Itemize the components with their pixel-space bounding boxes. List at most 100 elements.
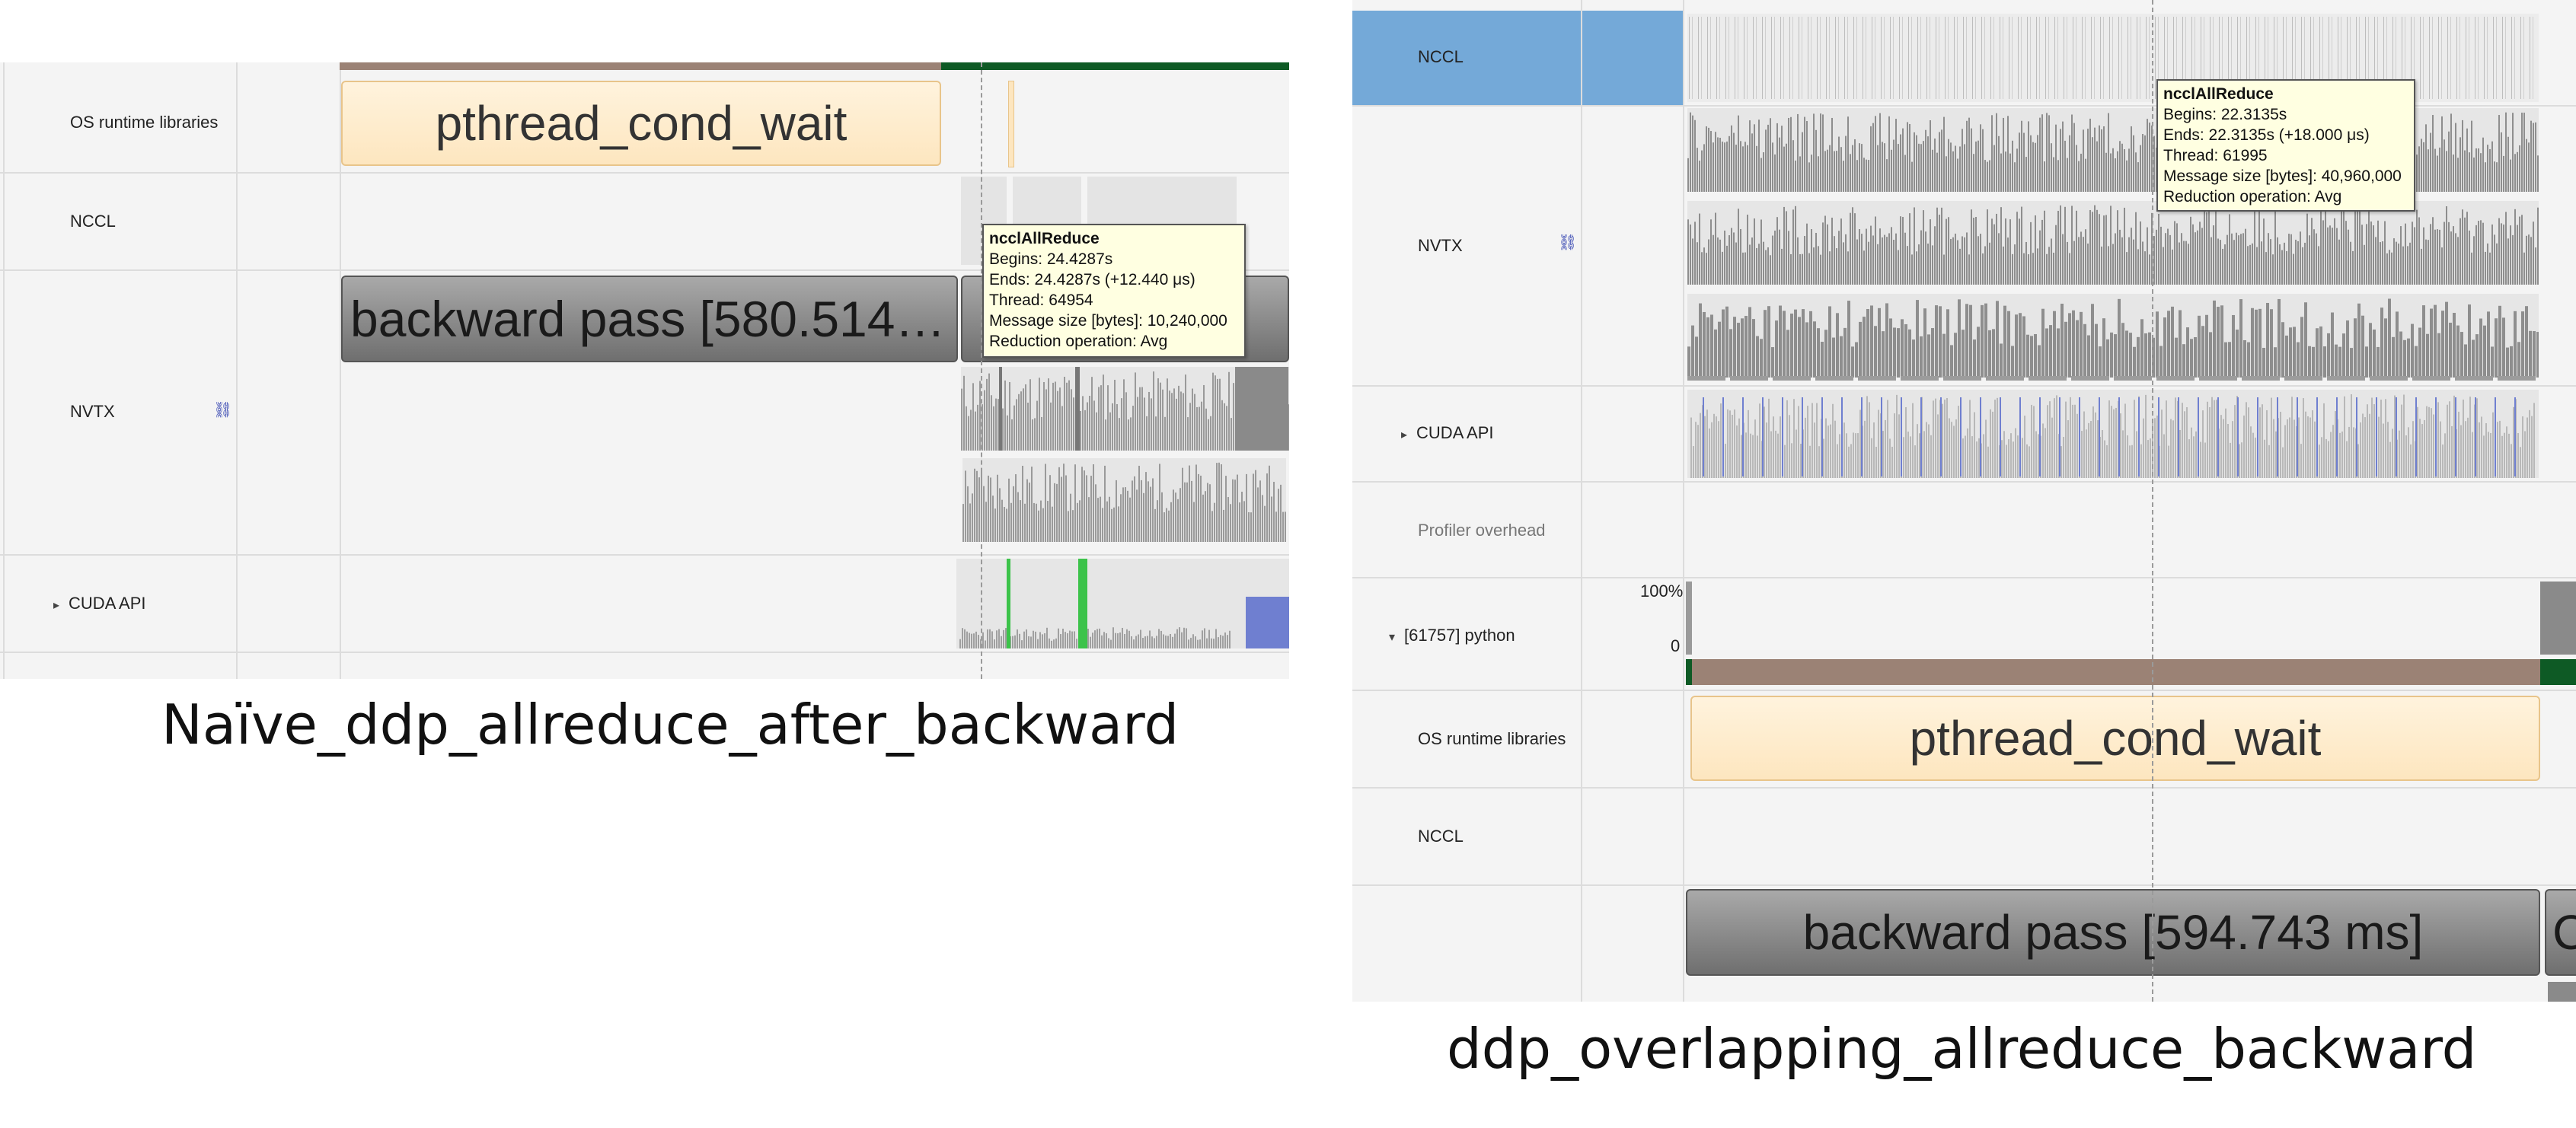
nvtx-sub-range <box>2048 115 2050 192</box>
nvtx-sub-range <box>1074 464 1076 542</box>
nvtx-sub-range <box>1760 219 1762 285</box>
nvtx-sub-range <box>1212 372 1214 451</box>
nvtx-sub-range <box>2295 239 2297 285</box>
cuda-api-activity[interactable] <box>1687 390 2539 478</box>
cuda-api-call <box>1807 406 1808 478</box>
nvtx-sub-range <box>2448 131 2450 192</box>
cuda-api-call <box>2447 404 2448 478</box>
nvtx-sub-range <box>1992 329 1995 378</box>
cuda-api-call <box>2076 413 2078 478</box>
nvtx-sub-range <box>1034 418 1036 451</box>
nvtx-sub-range <box>1032 419 1033 451</box>
nccl-call <box>1829 17 1830 99</box>
nccl-call <box>2456 17 2457 99</box>
nvtx-sub-range <box>2284 242 2285 285</box>
nvtx-sub-range <box>1879 228 1881 285</box>
cuda-api-call <box>2248 407 2249 478</box>
cuda-api-call <box>1930 435 1932 478</box>
nvtx-sub-range <box>1756 336 1759 378</box>
nvtx-sub-range <box>1052 382 1054 451</box>
nvtx-sub-range <box>1744 252 1746 285</box>
nvtx-sub-range <box>1891 149 1892 192</box>
row-label-nvtx[interactable]: NVTX <box>70 402 115 422</box>
nvtx-sub-range <box>1096 412 1097 451</box>
nvtx-sub-range <box>2475 148 2477 192</box>
cuda-api-call <box>1156 636 1157 648</box>
nvtx-sub-range <box>1185 374 1186 451</box>
row-label-os-runtime[interactable]: OS runtime libraries <box>1418 729 1566 749</box>
row-label-cuda-api[interactable]: ▸ CUDA API <box>53 594 146 613</box>
caret-right-icon[interactable]: ▸ <box>53 597 59 613</box>
row-label-nccl[interactable]: NCCL <box>1418 47 1464 67</box>
nccl-call <box>1710 17 1711 99</box>
cuda-api-call <box>1179 627 1180 648</box>
nvtx-sub-range <box>2133 346 2136 378</box>
nvtx-sub-range <box>2439 147 2440 192</box>
os-runtime-small-range[interactable] <box>1008 81 1014 167</box>
cuda-api-call <box>2060 446 2062 478</box>
nvtx-sub-range <box>2103 215 2105 285</box>
nvtx-sub-range <box>2426 333 2429 378</box>
nvtx-sub-range <box>1783 311 1786 378</box>
cuda-api-call <box>2150 438 2151 478</box>
nvtx-sub-range[interactable] <box>2548 982 2576 1002</box>
nvtx-sub-range <box>1872 123 1874 192</box>
nvtx-sub-range <box>1196 406 1198 451</box>
cuda-api-call <box>2520 447 2521 478</box>
nvtx-sub-range <box>1952 151 1954 192</box>
nvtx-sub-range <box>2007 116 2009 192</box>
cuda-api-call <box>2182 403 2183 478</box>
nvtx-sub-range <box>1861 144 1863 192</box>
nvtx-marker <box>1730 376 1768 381</box>
link-icon[interactable]: ⛓ <box>1558 233 1577 252</box>
nvtx-sub-range <box>1779 229 1780 285</box>
next-range[interactable]: C <box>2545 889 2576 976</box>
nvtx-sub-range <box>2338 346 2341 378</box>
row-label-os-runtime[interactable]: OS runtime libraries <box>70 113 218 132</box>
row-label-profiler-overhead[interactable]: Profiler overhead <box>1418 521 1546 540</box>
nvtx-sub-range <box>1722 142 1723 192</box>
cuda-api-call <box>1990 409 1991 478</box>
nvtx-sub-range <box>2389 250 2390 285</box>
cuda-api-call <box>1937 414 1939 478</box>
cuda-api-call <box>1224 632 1226 648</box>
nvtx-sub-range <box>2083 323 2086 378</box>
cuda-api-call <box>2074 404 2076 478</box>
row-label-python-process[interactable]: ▾ [61757] python <box>1389 626 1515 645</box>
caret-right-icon[interactable]: ▸ <box>1401 427 1407 442</box>
nvtx-sub-range <box>1234 480 1236 542</box>
nvtx-sub-range <box>2297 342 2300 378</box>
cuda-api-call <box>2508 433 2510 478</box>
nvtx-sub-range <box>1897 328 1900 378</box>
cuda-api-call <box>1019 633 1020 648</box>
cuda-api-call <box>1188 639 1189 648</box>
link-icon[interactable]: ⛓ <box>213 400 232 419</box>
nvtx-sub-range <box>1838 136 1840 192</box>
cuda-api-call <box>2465 421 2466 478</box>
nvtx-sub-range <box>1856 160 1858 192</box>
nvtx-sub-range <box>2434 148 2436 192</box>
pthread-cond-wait-range[interactable]: pthread_cond_wait <box>341 81 941 166</box>
cuda-api-call <box>2506 426 2507 478</box>
nvtx-sub-range <box>2322 220 2324 285</box>
cuda-api-activity[interactable] <box>956 559 1289 648</box>
nvtx-sub-range <box>1036 400 1038 451</box>
pthread-cond-wait-range[interactable]: pthread_cond_wait <box>1690 696 2540 781</box>
nvtx-sub-range <box>2135 212 2137 285</box>
row-label-cuda-api[interactable]: ▸ CUDA API <box>1401 423 1494 443</box>
cuda-api-call <box>1067 633 1068 648</box>
nccl-call <box>2487 17 2488 99</box>
nvtx-sub-range <box>1737 323 1740 378</box>
row-label-nccl-bottom[interactable]: NCCL <box>1418 827 1464 846</box>
backward-pass-range[interactable]: backward pass [594.743 ms] <box>1686 889 2540 976</box>
row-label-nvtx[interactable]: NVTX <box>1418 236 1463 256</box>
backward-pass-range[interactable]: backward pass [580.514… <box>341 276 958 362</box>
nvtx-sub-range <box>1847 301 1850 378</box>
cuda-api-call <box>2348 426 2350 478</box>
nvtx-sub-range <box>1022 465 1023 542</box>
row-label-nccl[interactable]: NCCL <box>70 212 116 231</box>
tooltip-ends: Ends: 24.4287s (+12.440 μs) <box>989 271 1195 288</box>
caret-down-icon[interactable]: ▾ <box>1389 629 1395 645</box>
nvtx-sub-range <box>1130 417 1132 451</box>
thread-state-bar-brown <box>1692 659 2540 685</box>
